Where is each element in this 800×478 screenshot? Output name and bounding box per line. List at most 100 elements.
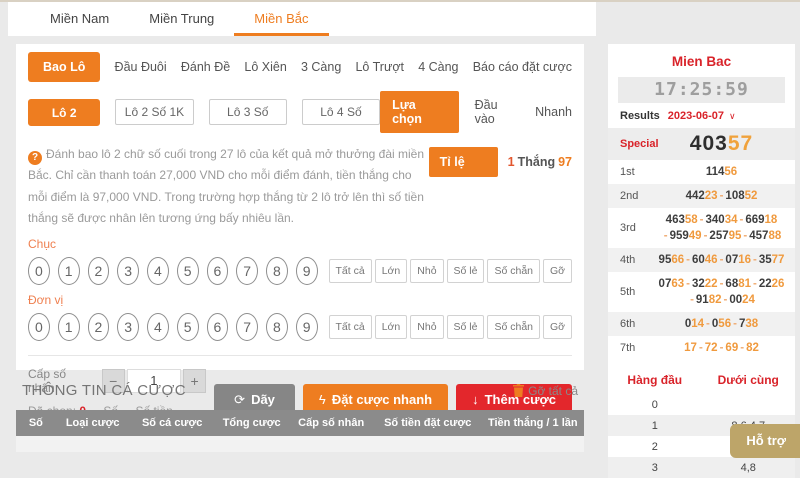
question-icon: ? <box>28 151 42 165</box>
special-number: 40357 <box>658 132 795 156</box>
tab-lo-truot[interactable]: Lô Trượt <box>355 60 404 74</box>
odds-stake: 1 <box>508 155 515 169</box>
prize-row-3rd: 3rd 46358-34034-66918 -95949-25795-45788 <box>608 208 795 248</box>
mode-lo-2-so[interactable]: Lô 2 Số <box>28 99 100 126</box>
mode-lo-2-so-1k[interactable]: Lô 2 Số 1K <box>115 99 193 125</box>
info-row: ?Đánh bao lô 2 chữ số cuối trong 27 lô c… <box>28 144 572 229</box>
units-digit-9[interactable]: 9 <box>296 313 318 341</box>
units-filter-big[interactable]: Lớn <box>375 315 408 339</box>
odds-block: Tỉ lệ cược 1Thắng97 <box>429 144 572 229</box>
stats-row-3: 3 4,8 <box>608 457 795 478</box>
bet-info-section: THÔNG TIN CÁ CƯỢC Gỡ tất cả Số Loại cược… <box>16 382 584 452</box>
tens-label: Chục <box>28 237 572 251</box>
col-loai-cuoc: Loại cược <box>56 417 130 429</box>
tens-digit-8[interactable]: 8 <box>266 257 288 285</box>
tab-danh-de[interactable]: Đánh Đề <box>181 60 230 74</box>
special-prize-row: Special 40357 <box>608 128 795 160</box>
odds-text: 1Thắng97 <box>508 147 572 177</box>
tens-filter-clear[interactable]: Gỡ <box>543 259 572 283</box>
input-mode-nhanh[interactable]: Nhanh <box>535 105 572 119</box>
mode-tabs: Lô 2 Số Lô 2 Số 1K Lô 3 Số Lô 4 Số Lựa c… <box>28 91 572 133</box>
prize-row-2nd: 2nd 44223-10852 <box>608 184 795 208</box>
units-digit-1[interactable]: 1 <box>58 313 80 341</box>
col-cap-so-nhan: Cấp số nhân <box>289 417 374 429</box>
units-filter-small[interactable]: Nhỏ <box>410 315 443 339</box>
units-filter-all[interactable]: Tất cả <box>329 315 372 339</box>
input-mode-dau-vao[interactable]: Đầu vào <box>475 98 520 126</box>
tens-digit-9[interactable]: 9 <box>296 257 318 285</box>
stats-head-col: Hàng đầu <box>608 373 702 387</box>
col-so-tien-dat-cuoc: Số tiền đặt cược <box>374 417 482 429</box>
game-description: ?Đánh bao lô 2 chữ số cuối trong 27 lô c… <box>28 144 429 229</box>
support-button[interactable]: Hỗ trợ <box>730 424 800 458</box>
input-mode-lua-chon[interactable]: Lựa chọn <box>380 91 459 133</box>
tens-filter-even[interactable]: Số chẵn <box>487 259 540 283</box>
units-digit-3[interactable]: 3 <box>117 313 139 341</box>
odds-win-value: 97 <box>558 155 572 169</box>
tab-mien-nam[interactable]: Miền Nam <box>30 2 129 36</box>
col-tong-cuoc: Tổng cược <box>215 417 289 429</box>
results-date-row: Results 2023-06-07 ∨ <box>608 103 795 128</box>
units-filter-even[interactable]: Số chẵn <box>487 315 540 339</box>
tens-digit-5[interactable]: 5 <box>177 257 199 285</box>
tens-digit-row: 0 1 2 3 4 5 6 7 8 9 Tất cả Lớn Nhỏ Số lẻ… <box>28 257 572 285</box>
units-filters: Tất cả Lớn Nhỏ Số lẻ Số chẵn Gỡ <box>326 315 573 339</box>
special-label: Special <box>608 138 658 150</box>
units-digit-6[interactable]: 6 <box>207 313 229 341</box>
results-date-dropdown[interactable]: 2023-06-07 <box>668 110 724 122</box>
bet-info-title: THÔNG TIN CÁ CƯỢC <box>22 382 186 399</box>
tens-digit-1[interactable]: 1 <box>58 257 80 285</box>
tens-filter-all[interactable]: Tất cả <box>329 259 372 283</box>
col-so: Số <box>16 417 56 429</box>
clear-all-button[interactable]: Gỡ tất cả <box>513 384 578 398</box>
bet-table-header: Số Loại cược Số cá cược Tổng cược Cấp số… <box>16 410 584 436</box>
tens-digit-6[interactable]: 6 <box>207 257 229 285</box>
mode-lo-3-so[interactable]: Lô 3 Số <box>209 99 287 125</box>
units-filter-odd[interactable]: Số lẻ <box>447 315 485 339</box>
tab-dau-duoi[interactable]: Đầu Đuôi <box>115 60 167 74</box>
chevron-down-icon[interactable]: ∨ <box>729 111 736 122</box>
odds-win-label: Thắng <box>518 155 556 169</box>
mode-lo-4-so[interactable]: Lô 4 Số <box>302 99 380 125</box>
tab-lo-xien[interactable]: Lô Xiên <box>244 60 286 74</box>
units-label: Đơn vị <box>28 293 572 307</box>
countdown-clock: 17:25:59 <box>618 77 785 103</box>
tab-3-cang[interactable]: 3 Càng <box>301 60 341 74</box>
head-tail-stats: Hàng đầu Dưới cùng 0 1 8,6,4,7 2 3,2,6,4… <box>608 364 795 478</box>
units-digit-2[interactable]: 2 <box>88 313 110 341</box>
bet-type-tabs: Bao Lô Đầu Đuôi Đánh Đề Lô Xiên 3 Càng L… <box>28 52 572 82</box>
odds-ratio-button[interactable]: Tỉ lệ cược <box>429 147 498 177</box>
stats-header: Hàng đầu Dưới cùng <box>608 364 795 394</box>
tab-4-cang[interactable]: 4 Càng <box>418 60 458 74</box>
tens-filter-small[interactable]: Nhỏ <box>410 259 443 283</box>
bet-info-table: Số Loại cược Số cá cược Tổng cược Cấp số… <box>16 410 584 452</box>
input-mode-tabs: Lựa chọn Đầu vào Nhanh <box>380 91 572 133</box>
stats-row-0: 0 <box>608 394 795 415</box>
prize-row-4th: 4th 9566-6046-0716-3577 <box>608 248 795 272</box>
trash-icon <box>513 384 524 397</box>
units-digit-4[interactable]: 4 <box>147 313 169 341</box>
units-digit-5[interactable]: 5 <box>177 313 199 341</box>
tens-digit-3[interactable]: 3 <box>117 257 139 285</box>
tens-filters: Tất cả Lớn Nhỏ Số lẻ Số chẵn Gỡ <box>326 259 573 283</box>
tab-bao-cao[interactable]: Báo cáo đặt cược <box>473 60 572 74</box>
stats-tail-col: Dưới cùng <box>702 373 796 387</box>
col-so-ca-cuoc: Số cá cược <box>130 417 215 429</box>
tens-digit-2[interactable]: 2 <box>88 257 110 285</box>
bet-panel: Bao Lô Đầu Đuôi Đánh Đề Lô Xiên 3 Càng L… <box>16 44 584 370</box>
tens-digit-0[interactable]: 0 <box>28 257 50 285</box>
units-digit-0[interactable]: 0 <box>28 313 50 341</box>
tab-bao-lo[interactable]: Bao Lô <box>28 52 100 82</box>
units-digit-8[interactable]: 8 <box>266 313 288 341</box>
tens-filter-big[interactable]: Lớn <box>375 259 408 283</box>
units-filter-clear[interactable]: Gỡ <box>543 315 572 339</box>
tens-digit-4[interactable]: 4 <box>147 257 169 285</box>
tab-mien-bac[interactable]: Miền Bắc <box>234 2 328 36</box>
prize-row-1st: 1st 11456 <box>608 160 795 184</box>
col-tien-thang: Tiền thắng / 1 lần <box>482 417 584 429</box>
tens-digit-7[interactable]: 7 <box>236 257 258 285</box>
tab-mien-trung[interactable]: Miền Trung <box>129 2 234 36</box>
bet-table-empty-body <box>16 436 584 452</box>
units-digit-7[interactable]: 7 <box>236 313 258 341</box>
tens-filter-odd[interactable]: Số lẻ <box>447 259 485 283</box>
